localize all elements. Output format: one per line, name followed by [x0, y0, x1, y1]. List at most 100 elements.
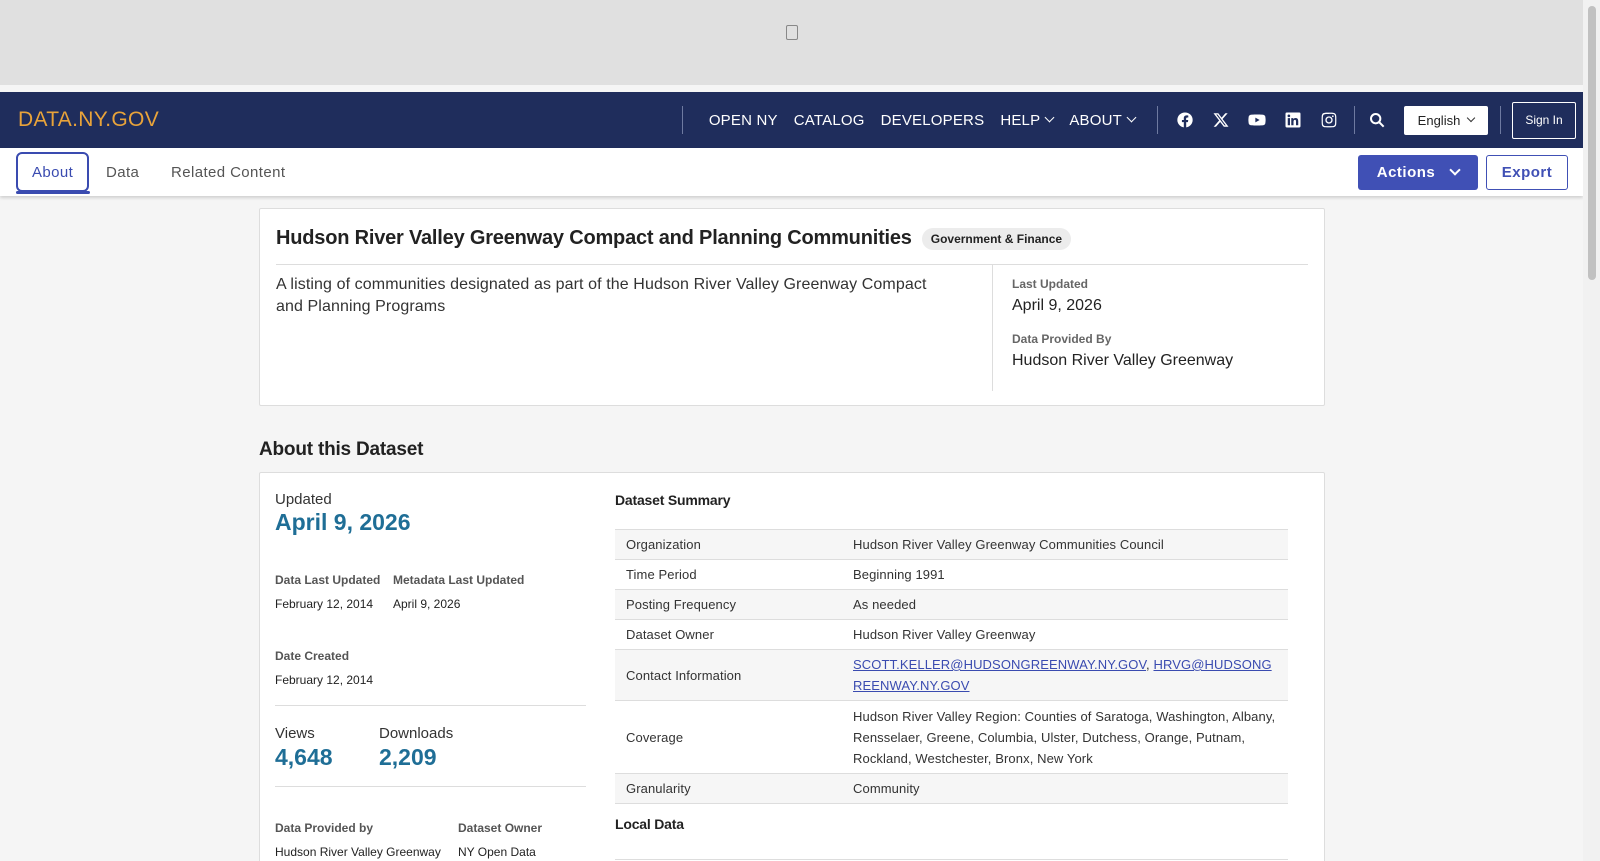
- updated-label: Updated: [275, 491, 332, 508]
- tab-about[interactable]: About: [16, 152, 90, 192]
- language-select[interactable]: English: [1404, 105, 1488, 135]
- nav-links: OPEN NY CATALOG DEVELOPERS HELP ABOUT: [709, 112, 1151, 129]
- nav-link-developers[interactable]: DEVELOPERS: [881, 112, 985, 129]
- dataset-summary-table: Organization Hudson River Valley Greenwa…: [615, 529, 1288, 804]
- page-scrollbar[interactable]: [1583, 0, 1600, 861]
- chevron-down-icon: [1449, 163, 1461, 176]
- actions-button[interactable]: Actions: [1358, 155, 1478, 190]
- downloads-block: Downloads 2,209: [379, 725, 453, 771]
- data-provided-by-label: Data Provided by: [275, 821, 374, 835]
- table-row: Time Period Beginning 1991: [615, 559, 1288, 590]
- table-row: Contact Information SCOTT.KELLER@HUDSONG…: [615, 649, 1288, 701]
- nav-link-open-ny[interactable]: OPEN NY: [709, 112, 778, 129]
- table-row: Organization Hudson River Valley Greenwa…: [615, 529, 1288, 560]
- tab-data[interactable]: Data: [106, 152, 139, 192]
- tab-label: Related Content: [171, 163, 286, 181]
- last-updated-value: April 9, 2026: [1012, 297, 1102, 314]
- tab-label: About: [32, 163, 74, 181]
- table-row: Granularity Community: [615, 773, 1288, 804]
- last-updated-label: Last Updated: [1012, 277, 1089, 291]
- summary-key: Posting Frequency: [615, 589, 842, 620]
- divider: [992, 265, 993, 391]
- nav-separator: [1354, 106, 1355, 134]
- chevron-down-icon: [1044, 112, 1055, 122]
- instagram-icon[interactable]: [1320, 111, 1338, 129]
- search-icon[interactable]: [1369, 112, 1385, 128]
- provided-by-label: Data Provided By: [1012, 332, 1112, 346]
- date-created-label: Date Created: [275, 649, 350, 663]
- divider: [276, 264, 1308, 265]
- metadata-last-updated-block: Metadata Last Updated April 9, 2026: [393, 573, 524, 611]
- divider: [615, 859, 1288, 860]
- youtube-icon[interactable]: [1248, 111, 1266, 129]
- date-created-block: Date Created February 12, 2014: [275, 649, 373, 687]
- data-last-updated-label: Data Last Updated: [275, 573, 381, 587]
- views-label: Views: [275, 725, 315, 742]
- export-button[interactable]: Export: [1486, 155, 1568, 190]
- language-label: English: [1417, 112, 1461, 128]
- table-row: Coverage Hudson River Valley Region: Cou…: [615, 700, 1288, 774]
- page-title: Hudson River Valley Greenway Compact and…: [276, 227, 912, 249]
- scrollbar-thumb[interactable]: [1588, 6, 1596, 280]
- nav-link-label: ABOUT: [1069, 111, 1122, 129]
- nav-link-label: DEVELOPERS: [880, 111, 985, 129]
- summary-value: Hudson River Valley Greenway: [842, 619, 1288, 650]
- dataset-description: A listing of communities designated as p…: [276, 276, 927, 315]
- views-block: Views 4,648: [275, 725, 333, 771]
- dataset-owner-value: NY Open Data: [458, 845, 536, 859]
- nav-separator: [1157, 106, 1158, 134]
- facebook-icon[interactable]: [1176, 111, 1194, 129]
- page-tab-bar: About Data Related Content: [0, 148, 1583, 196]
- nav-link-label: OPEN NY: [708, 111, 778, 129]
- data-provided-by-value: Hudson River Valley Greenway: [275, 845, 441, 859]
- summary-key: Coverage: [615, 700, 842, 774]
- date-created-value: February 12, 2014: [275, 673, 374, 687]
- metadata-last-updated-label: Metadata Last Updated: [393, 573, 525, 587]
- summary-value: Hudson River Valley Greenway Communities…: [842, 529, 1288, 560]
- tab-related-content[interactable]: Related Content: [171, 152, 285, 192]
- dataset-owner-label: Dataset Owner: [458, 821, 543, 835]
- broken-image-icon: [785, 25, 798, 40]
- actions-label: Actions: [1376, 164, 1436, 181]
- summary-key: Granularity: [615, 773, 842, 804]
- linkedin-icon[interactable]: [1284, 111, 1302, 129]
- downloads-value: 2,209: [379, 744, 437, 770]
- nav-link-help[interactable]: HELP: [1000, 111, 1055, 129]
- data-last-updated-block: Data Last Updated February 12, 2014: [275, 573, 380, 611]
- active-tab-indicator: [16, 191, 90, 194]
- top-navigation: DATA.NY.GOV OPEN NY CATALOG DEVELOPERS H…: [0, 92, 1583, 148]
- downloads-label: Downloads: [379, 725, 454, 742]
- nav-separator: [681, 106, 683, 134]
- category-badge[interactable]: Government & Finance: [921, 227, 1072, 250]
- summary-value: Community: [842, 773, 1288, 804]
- summary-key: Dataset Owner: [615, 619, 842, 650]
- sign-in-button[interactable]: Sign In: [1512, 101, 1576, 139]
- nav-separator: [1500, 106, 1501, 134]
- summary-value: Beginning 1991: [842, 559, 1288, 590]
- nav-link-label: HELP: [1000, 111, 1041, 129]
- provided-by-block: Data Provided By Hudson River Valley Gre…: [1012, 332, 1233, 370]
- x-twitter-icon[interactable]: [1212, 111, 1230, 129]
- title-row: Hudson River Valley Greenway Compact and…: [276, 227, 1072, 250]
- dataset-header-card: Hudson River Valley Greenway Compact and…: [259, 208, 1325, 406]
- dataset-owner-block: Dataset Owner NY Open Data: [458, 821, 542, 859]
- data-provided-by-block: Data Provided by Hudson River Valley Gre…: [275, 821, 441, 859]
- summary-value: SCOTT.KELLER@HUDSONGREENWAY.NY.GOV, HRVG…: [842, 649, 1288, 701]
- nav-link-catalog[interactable]: CATALOG: [794, 112, 865, 129]
- contact-email-link[interactable]: SCOTT.KELLER@HUDSONGREENWAY.NY.GOV: [853, 657, 1146, 672]
- summary-value: Hudson River Valley Region: Counties of …: [842, 700, 1288, 774]
- nav-link-about[interactable]: ABOUT: [1069, 111, 1137, 129]
- divider: [275, 705, 586, 706]
- table-row: Dataset Owner Hudson River Valley Greenw…: [615, 619, 1288, 650]
- chevron-down-icon: [1467, 113, 1476, 123]
- data-last-updated-value: February 12, 2014: [275, 597, 374, 611]
- chevron-down-icon: [1126, 112, 1137, 122]
- provided-by-value: Hudson River Valley Greenway: [1012, 352, 1234, 369]
- summary-key: Contact Information: [615, 649, 842, 701]
- views-value: 4,648: [275, 744, 333, 770]
- tab-label: Data: [106, 163, 140, 181]
- summary-key: Time Period: [615, 559, 842, 590]
- metadata-last-updated-value: April 9, 2026: [393, 597, 461, 611]
- site-logo[interactable]: DATA.NY.GOV: [18, 108, 159, 132]
- nav-link-label: CATALOG: [793, 111, 865, 129]
